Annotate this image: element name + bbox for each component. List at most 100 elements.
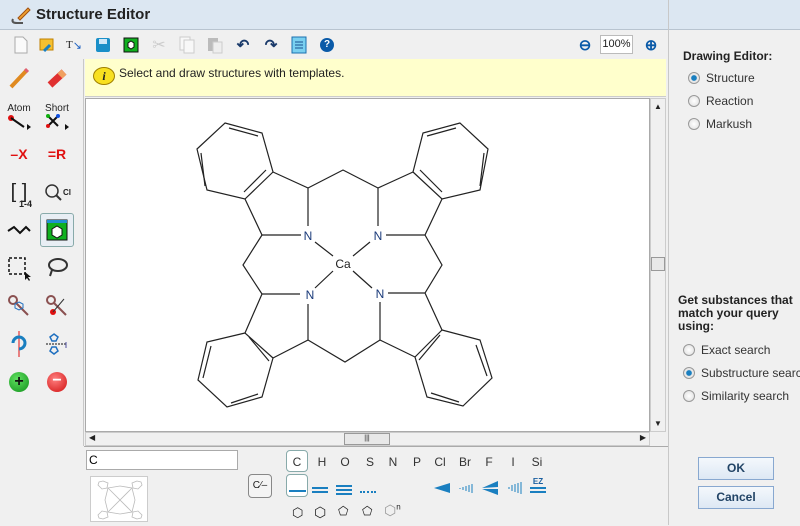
text-to-structure-icon[interactable]: T ↘ — [63, 35, 85, 55]
ring-substituent-tool[interactable]: Cl — [40, 175, 74, 209]
radio-label: Similarity search — [701, 389, 790, 403]
redo-icon[interactable]: ↷ — [260, 35, 282, 55]
scroll-up-icon[interactable]: ▲ — [654, 102, 662, 111]
zoom-level-field[interactable]: 100% — [600, 35, 633, 54]
radio-exact-search[interactable]: Exact search — [683, 343, 770, 357]
radio-button[interactable] — [683, 390, 695, 402]
double-wedge-bond-button[interactable] — [482, 481, 498, 495]
element-button-br[interactable]: Br — [454, 455, 476, 469]
bottom-panel: C⁄– CHOSNPClBrFISi EZ ⬡ ⬡ ⬠ ⬠ ⬡n — [84, 446, 668, 525]
increase-charge-icon[interactable]: + — [2, 365, 36, 399]
decrease-charge-icon[interactable]: − — [40, 365, 74, 399]
info-message: Select and draw structures with template… — [119, 66, 345, 80]
radio-label: Exact search — [701, 343, 771, 357]
radio-button[interactable] — [683, 344, 695, 356]
cyclopentane-alt-button[interactable]: ⬠ — [362, 504, 372, 518]
atom-n: N — [376, 287, 385, 301]
any-atom-tool[interactable]: – X — [2, 137, 36, 171]
atom-n: N — [304, 229, 313, 243]
bracket-label: 1-4 — [18, 199, 32, 209]
atom-input[interactable] — [86, 450, 238, 470]
benzene-ring-button[interactable]: ⬡ — [292, 505, 303, 521]
radio-label: Substructure search — [701, 366, 800, 380]
open-icon[interactable] — [36, 35, 58, 55]
lasso-select-icon[interactable] — [40, 251, 74, 285]
horizontal-scroll-thumb[interactable]: ||| — [344, 433, 390, 445]
atom-key-icon[interactable] — [40, 289, 74, 323]
scroll-left-icon[interactable]: ◀ — [89, 433, 95, 442]
help-icon[interactable]: ? — [316, 35, 338, 55]
atom-ca: Ca — [335, 257, 351, 271]
vertical-scrollbar[interactable]: ▲ ▼ — [650, 98, 666, 432]
new-file-icon[interactable] — [10, 35, 32, 55]
zoom-in-icon[interactable]: ⊕ — [640, 35, 662, 55]
element-button-p[interactable]: P — [406, 455, 428, 469]
wedge-down-bond-button[interactable] — [458, 483, 474, 493]
vertical-scroll-thumb[interactable] — [651, 257, 665, 271]
template-icon[interactable] — [120, 35, 142, 55]
window-title: Structure Editor — [36, 6, 151, 23]
document-list-icon[interactable] — [288, 35, 310, 55]
radio-button[interactable] — [683, 367, 695, 379]
eraser-icon[interactable] — [40, 61, 74, 95]
bracket-tool[interactable]: [ ] 1-4 — [2, 175, 36, 210]
radio-button[interactable] — [688, 95, 700, 107]
charge-toggle-button[interactable]: C⁄– — [248, 474, 272, 498]
element-button-s[interactable]: S — [359, 455, 381, 469]
radio-similarity-search[interactable]: Similarity search — [683, 389, 789, 403]
triple-bond-button[interactable] — [336, 485, 352, 495]
cyclohexane-button[interactable]: ⬡ — [314, 504, 326, 521]
radio-substructure-search[interactable]: Substructure search — [683, 366, 800, 380]
radio-structure[interactable]: Structure — [688, 71, 755, 85]
radio-markush[interactable]: Markush — [688, 117, 752, 131]
scroll-down-icon[interactable]: ▼ — [654, 419, 662, 428]
element-button-i[interactable]: I — [502, 455, 524, 469]
template-tool-selected[interactable] — [40, 213, 74, 247]
undo-icon[interactable]: ↶ — [232, 35, 254, 55]
hashed-double-bond-button[interactable] — [506, 481, 522, 495]
horizontal-scrollbar[interactable]: ◀ ||| ▶ — [85, 432, 650, 446]
atom-n: N — [374, 229, 383, 243]
element-button-cl[interactable]: Cl — [429, 455, 451, 469]
element-button-c[interactable]: C — [286, 455, 308, 469]
rotate-icon[interactable] — [2, 327, 36, 361]
atom-n: N — [306, 288, 315, 302]
shortcut-tool[interactable]: Short — [40, 99, 74, 133]
element-button-f[interactable]: F — [478, 455, 500, 469]
ok-button[interactable]: OK — [698, 457, 774, 480]
template-icon — [46, 219, 68, 241]
save-icon[interactable] — [92, 35, 114, 55]
element-button-n[interactable]: N — [382, 455, 404, 469]
structure-editor-icon — [11, 7, 31, 24]
atom-tool[interactable]: Atom — [2, 99, 36, 133]
ez-bond-button[interactable]: EZ — [530, 478, 546, 493]
chain-icon[interactable] — [2, 213, 36, 247]
element-button-h[interactable]: H — [311, 455, 333, 469]
ring-n-label: n — [396, 502, 401, 512]
pencil-icon[interactable] — [2, 61, 36, 95]
ring-key-icon[interactable] — [2, 289, 36, 323]
radio-button[interactable] — [688, 118, 700, 130]
element-button-o[interactable]: O — [334, 455, 356, 469]
double-bond-button[interactable] — [312, 487, 328, 493]
search-title: Get substances that match your query usi… — [678, 293, 793, 333]
scroll-right-icon[interactable]: ▶ — [640, 433, 646, 442]
radio-reaction[interactable]: Reaction — [688, 94, 753, 108]
right-panel: Drawing Editor: Structure Reaction Marku… — [668, 0, 800, 525]
flip-icon[interactable] — [40, 327, 74, 361]
zoom-out-icon[interactable]: ⊖ — [574, 35, 596, 55]
wedge-up-bond-button[interactable] — [434, 483, 450, 493]
element-button-si[interactable]: Si — [526, 455, 548, 469]
drawing-canvas[interactable]: N N N N Ca — [85, 98, 650, 432]
cyclopentane-button[interactable]: ⬠ — [338, 504, 348, 518]
rectangle-select-icon[interactable] — [2, 251, 36, 285]
molecule-structure: N N N N Ca — [196, 122, 493, 408]
n-ring-button[interactable]: ⬡n — [384, 502, 401, 519]
atom-bond-icon — [8, 114, 31, 130]
radio-button[interactable] — [688, 72, 700, 84]
any-bond-button[interactable] — [360, 491, 376, 493]
cancel-button[interactable]: Cancel — [698, 486, 774, 509]
single-bond-button[interactable] — [286, 474, 308, 497]
r-group-tool[interactable]: = R — [40, 137, 74, 171]
x-label: X — [18, 146, 28, 162]
